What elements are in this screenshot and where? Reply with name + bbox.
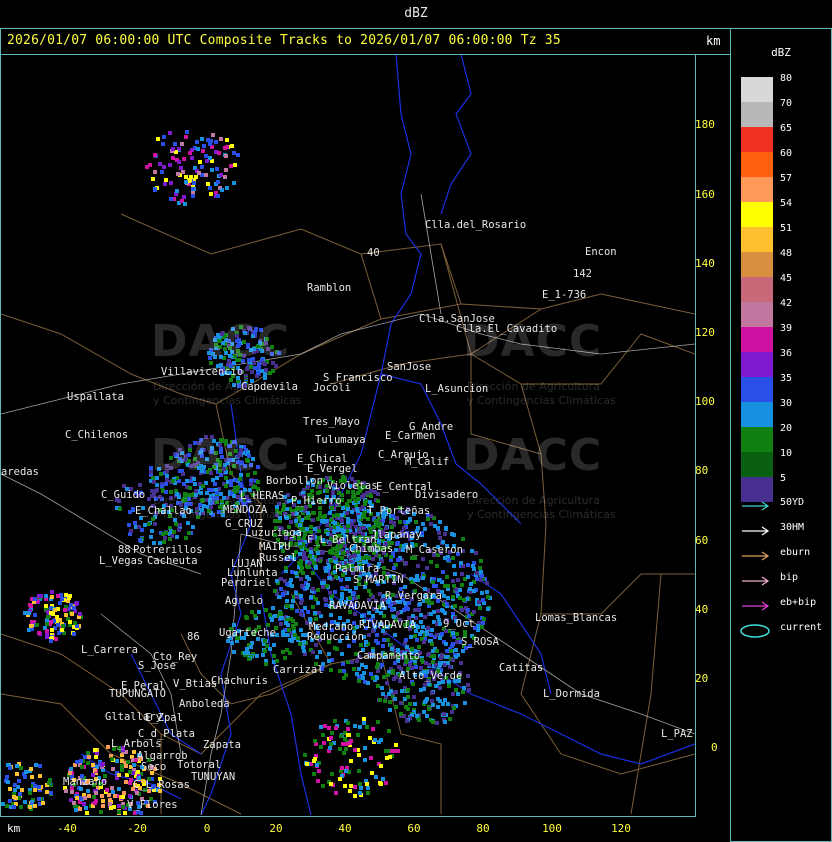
x-tick: -20 <box>127 822 147 835</box>
header-bar: 2026/01/07 06:00:00 UTC Composite Tracks… <box>0 28 730 54</box>
dbz-label: 30 <box>780 398 793 409</box>
dbz-swatch <box>741 177 773 202</box>
track-legend-label: 30HM <box>780 522 805 533</box>
arrow-icon <box>742 551 770 561</box>
dbz-swatch <box>741 202 773 227</box>
dbz-label: 57 <box>780 173 793 184</box>
dbz-swatch <box>741 277 773 302</box>
y-units-label: km <box>706 34 721 48</box>
dbz-swatch <box>741 427 773 452</box>
dbz-swatch <box>741 77 773 102</box>
legend-title: dBZ <box>771 46 791 59</box>
dbz-swatch <box>741 377 773 402</box>
dbz-label: 48 <box>780 248 793 259</box>
dbz-color-scale <box>741 77 773 502</box>
dbz-swatch <box>741 452 773 477</box>
y-tick: 140 <box>695 257 715 270</box>
window-title: dBZ <box>404 6 428 21</box>
arrow-icon <box>742 526 770 536</box>
track-legend-label: eburn <box>780 547 811 558</box>
dbz-swatch <box>741 327 773 352</box>
map-frame <box>0 54 696 817</box>
y-axis: 180 160 140 120 100 80 60 40 20 0 <box>695 54 730 815</box>
x-tick: -40 <box>57 822 77 835</box>
dbz-label: 5 <box>780 473 787 484</box>
y-tick: 80 <box>695 464 709 477</box>
y-tick: 100 <box>695 395 715 408</box>
dbz-swatch <box>741 302 773 327</box>
arrow-icon <box>742 601 770 611</box>
y-tick: 0 <box>711 741 718 754</box>
legend-panel: dBZ 80 70 65 60 57 54 51 48 45 42 39 36 35 30 20 10 5 50… <box>730 28 832 842</box>
dbz-label: 51 <box>780 223 793 234</box>
x-tick: 40 <box>338 822 352 835</box>
ellipse-icon <box>740 624 770 638</box>
dbz-label: 42 <box>780 298 793 309</box>
dbz-label: 45 <box>780 273 793 284</box>
dbz-label: 54 <box>780 198 793 209</box>
dbz-label: 65 <box>780 123 793 134</box>
dbz-label: 35 <box>780 373 793 384</box>
x-units-label: km <box>7 822 21 835</box>
dbz-label: 20 <box>780 423 793 434</box>
x-tick: 100 <box>542 822 562 835</box>
x-tick: 80 <box>476 822 490 835</box>
dbz-label: 10 <box>780 448 793 459</box>
y-tick: 160 <box>695 188 715 201</box>
dbz-label: 36 <box>780 348 793 359</box>
x-tick: 60 <box>407 822 421 835</box>
dbz-swatch <box>741 152 773 177</box>
arrow-icon <box>742 501 770 511</box>
track-legend-label: 50YD <box>780 497 805 508</box>
dbz-swatch <box>741 352 773 377</box>
dbz-label: 39 <box>780 323 793 334</box>
y-tick: 20 <box>695 672 709 685</box>
y-tick: 40 <box>695 603 709 616</box>
x-tick: 20 <box>269 822 283 835</box>
track-legend-label: bip <box>780 572 799 583</box>
track-legend-label: current <box>780 622 823 633</box>
dbz-swatch <box>741 252 773 277</box>
track-legend-label: eb+bip <box>780 597 817 608</box>
dbz-swatch <box>741 402 773 427</box>
x-tick: 120 <box>611 822 631 835</box>
arrow-icon <box>742 576 770 586</box>
dbz-swatch <box>741 127 773 152</box>
dbz-label: 70 <box>780 98 793 109</box>
y-tick: 180 <box>695 118 715 131</box>
x-tick: 0 <box>203 822 211 835</box>
dbz-label: 60 <box>780 148 793 159</box>
y-tick: 60 <box>695 534 709 547</box>
x-axis: km -40 -20 0 20 40 60 80 100 120 <box>0 815 730 842</box>
dbz-swatch <box>741 102 773 127</box>
dbz-label: 80 <box>780 73 793 84</box>
y-tick: 120 <box>695 326 715 339</box>
dbz-swatch <box>741 227 773 252</box>
header-text: 2026/01/07 06:00:00 UTC Composite Tracks… <box>7 33 561 48</box>
